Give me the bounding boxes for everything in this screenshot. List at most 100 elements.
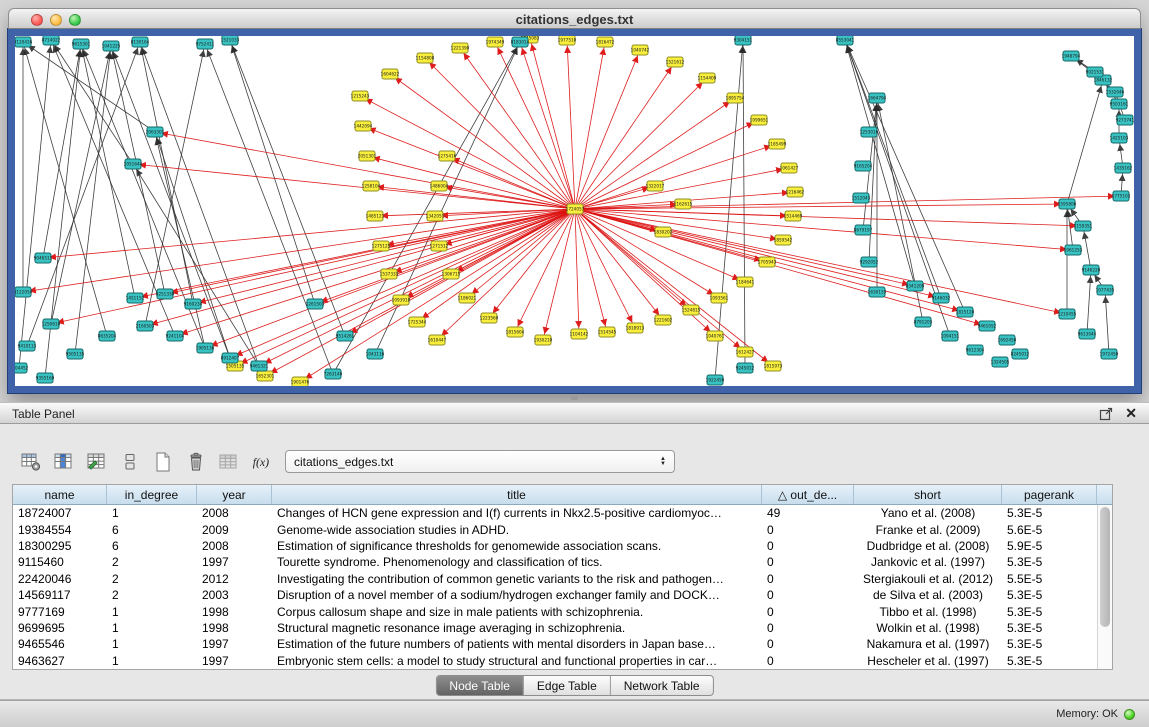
graph-node[interactable]: 1514545 — [598, 327, 617, 337]
graph-node[interactable]: 1093561 — [710, 293, 729, 303]
tab-node-table[interactable]: Node Table — [436, 676, 524, 695]
graph-node[interactable]: 1041225 — [102, 41, 121, 51]
graph-node[interactable]: 1061427 — [780, 163, 799, 173]
graph-node[interactable]: 1077435 — [1096, 285, 1115, 295]
graph-node[interactable]: 9514261 — [336, 331, 355, 341]
graph-node[interactable]: 8251330 — [156, 289, 175, 299]
graph-node[interactable]: 1221602 — [654, 315, 673, 325]
panel-splitter-handle[interactable] — [571, 396, 578, 400]
graph-node[interactable]: 9304151 — [734, 36, 753, 45]
table-row[interactable]: 1830029562008Estimation of significance … — [13, 538, 1112, 554]
function-builder-icon[interactable]: f(x) — [251, 451, 273, 473]
graph-node[interactable]: 9613044 — [1078, 329, 1097, 339]
graph-node[interactable]: 1485121 — [366, 211, 385, 221]
graph-node[interactable]: 1630155 — [868, 287, 887, 297]
graph-node[interactable]: 8553041 — [836, 36, 855, 45]
graph-node[interactable]: 8791203 — [914, 317, 933, 327]
graph-node[interactable]: 8679197 — [854, 225, 873, 235]
graph-node[interactable]: 1043116 — [366, 349, 385, 359]
graph-node[interactable]: 1159351 — [1074, 221, 1093, 231]
tab-network-table[interactable]: Network Table — [611, 676, 713, 695]
graph-node[interactable]: 8122054 — [15, 287, 33, 297]
graph-node[interactable]: 1322017 — [646, 181, 665, 191]
table-row[interactable]: 946362711997Embryonic stem cells: a mode… — [13, 653, 1112, 669]
graph-node[interactable]: 1435162 — [1114, 163, 1133, 173]
rows-icon[interactable] — [119, 451, 141, 473]
table-row[interactable]: 946554611997Estimation of the future num… — [13, 636, 1112, 652]
graph-node[interactable]: 1223560 — [480, 313, 499, 323]
column-header-name[interactable]: name — [13, 485, 107, 504]
graph-node[interactable]: 1664794 — [868, 93, 887, 103]
graph-node[interactable]: 9160234 — [184, 299, 203, 309]
graph-node[interactable]: 9503161 — [1110, 99, 1129, 109]
graph-node[interactable]: 1442094 — [354, 121, 373, 131]
graph-node[interactable]: 1692450 — [998, 335, 1017, 345]
graph-node[interactable]: 1724057 — [566, 204, 585, 214]
graph-node[interactable]: 1514469 — [784, 211, 803, 221]
column-header-out_de[interactable]: △ out_de... — [762, 485, 854, 504]
graph-node[interactable]: 1250610 — [42, 319, 61, 329]
graph-node[interactable]: 8635204 — [98, 331, 117, 341]
graph-node[interactable]: 1324505 — [991, 357, 1010, 367]
graph-node[interactable]: 9241104 — [166, 331, 185, 341]
graph-node[interactable]: 9410113 — [18, 341, 37, 351]
graph-node[interactable]: 1210455 — [1058, 309, 1077, 319]
tab-edge-table[interactable]: Edge Table — [524, 676, 611, 695]
graph-node[interactable]: 1258104 — [362, 181, 381, 191]
graph-node[interactable]: 1725344 — [408, 317, 427, 327]
delete-table-icon[interactable] — [185, 451, 207, 473]
close-panel-icon[interactable]: ✕ — [1125, 405, 1137, 422]
graph-node[interactable]: 1930210 — [534, 335, 553, 345]
graph-node[interactable]: 1093918 — [392, 295, 411, 305]
memory-ok-indicator[interactable] — [1124, 709, 1135, 720]
graph-node[interactable]: 1425103 — [1110, 133, 1129, 143]
graph-node[interactable]: 1816472 — [596, 37, 615, 47]
graph-node[interactable]: 1271512 — [430, 241, 449, 251]
graph-node[interactable]: 1099651 — [750, 115, 769, 125]
graph-node[interactable]: 1524815 — [682, 305, 701, 315]
table-row[interactable]: 1872400712008Changes of HCN gene express… — [13, 505, 1112, 521]
new-table-icon[interactable] — [152, 451, 174, 473]
graph-node[interactable]: 1830202 — [654, 227, 673, 237]
graph-node[interactable]: 1815973 — [764, 361, 783, 371]
graph-node[interactable]: 8130164 — [131, 37, 150, 47]
graph-node[interactable]: 1972450 — [1100, 349, 1119, 359]
table-settings-icon[interactable] — [20, 451, 42, 473]
select-columns-icon[interactable] — [53, 451, 75, 473]
graph-node[interactable]: 1154808 — [416, 53, 435, 63]
graph-node[interactable]: 1815604 — [506, 327, 525, 337]
graph-node[interactable]: 1184641 — [736, 277, 755, 287]
graph-node[interactable]: 9292052 — [860, 257, 879, 267]
graph-node[interactable]: 8714022 — [42, 36, 61, 45]
graph-node[interactable]: 1216462 — [786, 187, 805, 197]
graph-node[interactable]: 9021531 — [1086, 67, 1105, 77]
graph-node[interactable]: 9146220 — [1082, 265, 1101, 275]
column-header-pagerank[interactable]: pagerank — [1002, 485, 1097, 504]
scrollbar-thumb[interactable] — [1100, 507, 1110, 627]
graph-node[interactable]: 1922450 — [706, 375, 725, 385]
graph-node[interactable]: 1818913 — [626, 323, 645, 333]
graph-node[interactable]: 1595806 — [1058, 199, 1077, 209]
graph-node[interactable]: 1815120 — [956, 307, 975, 317]
graph-node[interactable]: 1512043 — [852, 193, 871, 203]
graph-node[interactable]: 1604622 — [381, 69, 400, 79]
graph-node[interactable]: 1612427 — [736, 347, 755, 357]
table-row[interactable]: 969969511998Structural magnetic resonanc… — [13, 620, 1112, 636]
graph-node[interactable]: 1905136 — [196, 343, 215, 353]
graph-node[interactable]: 8183014 — [511, 37, 530, 47]
graph-node[interactable]: 1342051 — [426, 211, 445, 221]
graph-node[interactable]: 8245012 — [1011, 349, 1030, 359]
graph-node[interactable]: 9461052 — [978, 321, 997, 331]
table-row[interactable]: 1456911722003Disruption of a novel membe… — [13, 587, 1112, 603]
graph-node[interactable]: 1610447 — [428, 335, 447, 345]
float-panel-icon[interactable] — [1099, 407, 1113, 421]
graph-node[interactable]: 1521612 — [666, 57, 685, 67]
graph-node[interactable]: 1040761 — [706, 331, 725, 341]
graph-node[interactable]: 8104452 — [15, 363, 29, 373]
graph-node[interactable]: 2160503 — [136, 321, 155, 331]
network-window-titlebar[interactable]: citations_edges.txt — [8, 8, 1141, 29]
graph-node[interactable]: 9146032 — [932, 293, 951, 303]
graph-node[interactable]: 1104142 — [570, 329, 589, 339]
table-row[interactable]: 1938455462009Genome-wide association stu… — [13, 521, 1112, 537]
graph-node[interactable]: 1486004 — [430, 181, 449, 191]
